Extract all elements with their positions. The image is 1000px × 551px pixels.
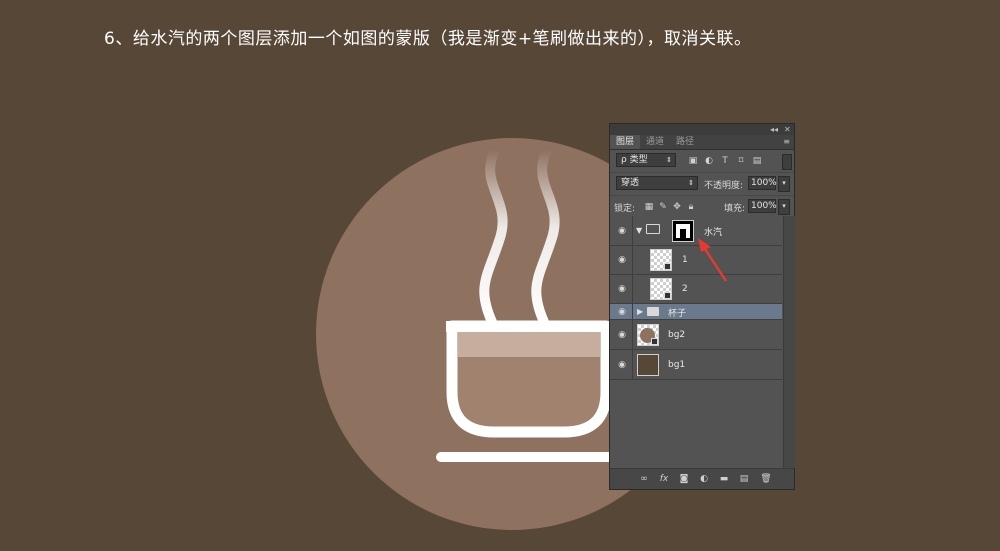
annotation-arrow xyxy=(698,238,728,282)
arrow-shaft xyxy=(701,245,728,282)
arrow-head xyxy=(698,238,711,252)
